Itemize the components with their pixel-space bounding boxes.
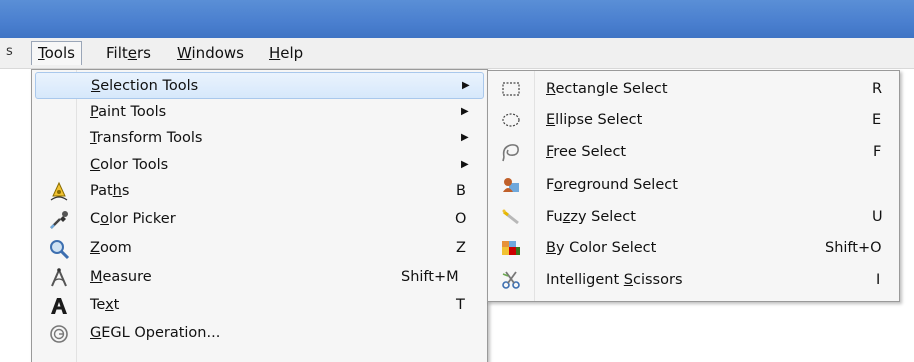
menu-item-label: Selection Tools xyxy=(91,78,199,94)
menubar: s Tools Filters Windows Help xyxy=(0,38,914,69)
submenu-arrow-icon: ▶ xyxy=(461,105,469,117)
menu-item-measure[interactable]: Measure Shift+M xyxy=(35,264,484,291)
menu-item-label: Transform Tools xyxy=(90,130,203,146)
menu-item-gegl-operation[interactable]: GEGL Operation... xyxy=(35,320,484,347)
menu-tools[interactable]: Tools xyxy=(31,41,82,65)
menu-item-label: Fuzzy Select xyxy=(546,209,636,225)
menu-item-selection-tools[interactable]: Selection Tools ▶ xyxy=(35,72,484,99)
ellipse-select-icon xyxy=(500,109,522,131)
menu-filters[interactable]: Filters xyxy=(100,41,157,65)
submenu-arrow-icon: ▶ xyxy=(461,132,469,143)
submenu-arrow-icon: ▶ xyxy=(462,80,470,91)
menu-help[interactable]: Help xyxy=(263,41,309,65)
menu-item-label: Paths xyxy=(90,183,130,199)
menu-item-fuzzy-select[interactable]: Fuzzy Select U xyxy=(491,202,896,232)
menu-item-label: Free Select xyxy=(546,144,627,160)
menu-item-label: Zoom xyxy=(90,240,132,256)
menu-item-paint-tools[interactable]: Paint Tools ▶ xyxy=(35,99,484,126)
fuzzy-select-icon xyxy=(500,206,522,228)
menu-item-label: Color Tools xyxy=(90,156,169,173)
menu-item-label: Rectangle Select xyxy=(546,81,668,97)
shortcut-label: T xyxy=(456,297,465,313)
shortcut-label: F xyxy=(873,144,882,160)
menubar-edge-glyph: s xyxy=(6,44,13,59)
shortcut-label: Shift+O xyxy=(825,240,882,256)
submenu-arrow-icon: ▶ xyxy=(461,158,469,170)
foreground-select-icon xyxy=(500,174,522,196)
zoom-icon xyxy=(48,238,70,260)
menu-item-transform-tools[interactable]: Transform Tools ▶ xyxy=(35,125,484,152)
selection-tools-submenu: Rectangle Select R Ellipse Select E Free… xyxy=(487,70,900,302)
menu-item-label: Text xyxy=(90,297,120,313)
menu-item-text[interactable]: Text T xyxy=(35,292,484,319)
color-picker-icon xyxy=(48,209,70,231)
canvas-area xyxy=(0,69,32,359)
menu-item-label: By Color Select xyxy=(546,240,657,256)
shortcut-label: B xyxy=(456,183,466,199)
by-color-select-icon xyxy=(500,237,522,259)
shortcut-label: Z xyxy=(456,240,466,256)
menu-item-label: Color Picker xyxy=(90,211,176,227)
free-select-icon xyxy=(500,141,522,163)
shortcut-label: U xyxy=(872,209,883,225)
rectangle-select-icon xyxy=(500,78,522,100)
menu-windows[interactable]: Windows xyxy=(171,41,250,65)
menu-item-by-color-select[interactable]: By Color Select Shift+O xyxy=(491,233,896,263)
menu-item-foreground-select[interactable]: Foreground Select xyxy=(491,170,896,200)
shortcut-label: I xyxy=(876,272,881,288)
scissors-icon xyxy=(500,269,522,291)
menu-item-color-tools[interactable]: Color Tools ▶ xyxy=(35,152,484,179)
text-icon xyxy=(48,295,70,317)
shortcut-label: R xyxy=(872,81,883,97)
shortcut-label: E xyxy=(872,112,882,128)
menu-item-label: Measure xyxy=(90,269,152,285)
menu-item-intelligent-scissors[interactable]: Intelligent Scissors I xyxy=(491,265,896,295)
menu-item-free-select[interactable]: Free Select F xyxy=(491,137,896,167)
tools-menu: Selection Tools ▶ Paint Tools ▶ Transfor… xyxy=(31,69,488,362)
menu-item-paths[interactable]: Paths B xyxy=(35,178,484,205)
menu-item-ellipse-select[interactable]: Ellipse Select E xyxy=(491,105,896,135)
menu-item-rectangle-select[interactable]: Rectangle Select R xyxy=(491,74,896,104)
measure-icon xyxy=(48,267,70,289)
window-titlebar xyxy=(0,0,914,38)
shortcut-label: O xyxy=(455,211,467,227)
menu-item-label: Intelligent Scissors xyxy=(546,272,683,288)
menu-item-label: GEGL Operation... xyxy=(90,325,221,341)
shortcut-label: Shift+M xyxy=(401,269,459,285)
menu-item-color-picker[interactable]: Color Picker O xyxy=(35,206,484,233)
menu-item-label: Ellipse Select xyxy=(546,112,643,128)
menu-item-label: Foreground Select xyxy=(546,177,678,193)
menu-item-label: Paint Tools xyxy=(90,103,167,120)
menu-item-zoom[interactable]: Zoom Z xyxy=(35,235,484,262)
paths-icon xyxy=(48,181,70,203)
gegl-icon xyxy=(48,323,70,345)
